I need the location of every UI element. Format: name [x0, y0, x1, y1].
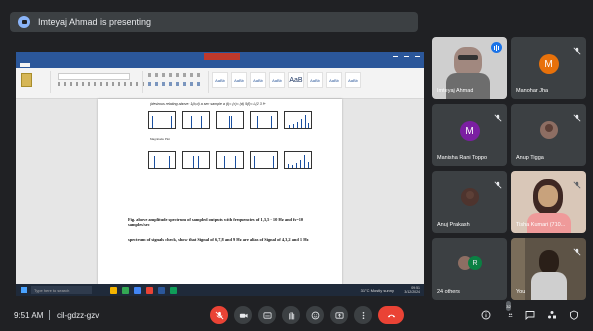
- word-ribbon: AaBb AaBb AaBb AaBb AaB AaBb AaBb AaBb: [16, 68, 424, 99]
- captions-icon: [262, 311, 272, 319]
- more-options-button[interactable]: [354, 306, 372, 324]
- host-controls-icon: [570, 310, 578, 320]
- taskbar-apps: [110, 286, 177, 294]
- windows-start-icon: [21, 287, 27, 293]
- meeting-controls-bar: 9:51 AM cil-gdzz-gzv 32: [0, 299, 593, 331]
- presenting-icon: [18, 16, 30, 28]
- word-alert-tab: [204, 53, 240, 60]
- side-panel-controls: 32: [481, 301, 579, 320]
- shared-screen: AaBb AaBb AaBb AaBb AaB AaBb AaBb AaBb (desiro…: [16, 52, 424, 296]
- page-heading: (desirous relating above: 1(b,d) a sec s…: [150, 102, 266, 106]
- figure-caption: Fig. above amplitude spectrum of sampled…: [128, 217, 304, 227]
- taskbar-weather: 31°C Mostly sunny: [360, 287, 394, 293]
- mic-off-icon: [573, 109, 581, 122]
- camera-toggle-button[interactable]: [234, 306, 252, 324]
- spectrum-plot: [182, 111, 210, 129]
- spectrum-plot: [216, 151, 244, 169]
- present-icon: [334, 311, 344, 319]
- plot-row-1: [148, 111, 312, 129]
- taskbar-clock: 09:51 3/12/2024: [404, 286, 420, 294]
- mic-off-icon: [573, 176, 581, 189]
- window-controls: [393, 52, 420, 57]
- participant-tile[interactable]: Anuj Prakash: [432, 171, 507, 233]
- avatar: R: [468, 256, 482, 270]
- windows-taskbar: Type here to search 31°C Mostly sunny 09…: [16, 284, 424, 296]
- speaking-indicator-icon: [491, 42, 502, 53]
- spectrum-plot: [148, 111, 176, 129]
- mic-off-icon: [494, 176, 502, 189]
- participant-name: Manisha Rani Toppo: [437, 155, 488, 161]
- host-controls-button[interactable]: [569, 310, 579, 320]
- activities-button[interactable]: [547, 310, 557, 320]
- spectrum-plot: [216, 111, 244, 129]
- people-icon: [508, 313, 513, 317]
- spectrum-plot: [148, 151, 176, 169]
- spectrum-plot: [284, 151, 312, 169]
- body-text: spectrum of signals check, show that Sig…: [128, 237, 309, 242]
- others-count: 24 others: [437, 289, 460, 295]
- participant-tile[interactable]: Anup Tigga: [511, 104, 586, 166]
- presenting-text: Imteyaj Ahmad is presenting: [38, 17, 152, 27]
- avatar: [460, 188, 479, 206]
- taskbar-search: Type here to search: [31, 286, 92, 294]
- mic-toggle-button[interactable]: [210, 306, 228, 324]
- chat-icon: [525, 311, 535, 320]
- document-area: (desirous relating above: 1(b,d) a sec s…: [16, 99, 424, 285]
- clipboard-icon: [21, 73, 32, 87]
- participant-name: Tisha Kumari (710...: [516, 222, 566, 228]
- more-options-icon: [362, 311, 364, 319]
- participant-name: Anup Tigga: [516, 155, 544, 161]
- plot-sub-label: Magnitude Plot: [150, 137, 171, 141]
- spectrum-plot: [250, 151, 278, 169]
- participant-name: Imteyaj Ahmad: [437, 88, 474, 94]
- spectrum-plot: [250, 111, 278, 129]
- participant-tile[interactable]: Imteyaj Ahmad: [432, 37, 507, 99]
- avatar: [539, 121, 558, 139]
- call-controls: [210, 306, 404, 324]
- participant-name: Anuj Prakash: [437, 222, 470, 228]
- document-page: (desirous relating above: 1(b,d) a sec s…: [98, 99, 342, 285]
- activities-icon: [548, 311, 556, 319]
- avatar: M: [538, 54, 559, 74]
- mic-off-icon: [573, 42, 581, 55]
- info-icon: [481, 310, 491, 320]
- presenting-banner: Imteyaj Ahmad is presenting: [10, 12, 418, 32]
- participant-name: Manohar Jha: [516, 88, 549, 94]
- styles-gallery: AaBb AaBb AaBb AaBb AaB AaBb AaBb AaBb: [212, 72, 361, 88]
- plot-row-2: [148, 151, 312, 169]
- mic-off-icon: [573, 243, 581, 256]
- end-call-button[interactable]: [378, 306, 404, 324]
- present-button[interactable]: [330, 306, 348, 324]
- emoji-icon: [311, 311, 319, 319]
- self-label: You: [516, 289, 526, 295]
- raise-hand-icon: [288, 311, 294, 320]
- raise-hand-button[interactable]: [282, 306, 300, 324]
- avatar: M: [459, 121, 480, 141]
- spectrum-plot: [284, 111, 312, 129]
- chat-button[interactable]: [525, 310, 535, 320]
- captions-button[interactable]: [258, 306, 276, 324]
- people-count-badge: 32: [506, 301, 511, 311]
- font-selector: [58, 73, 130, 80]
- emoji-button[interactable]: [306, 306, 324, 324]
- end-call-icon: [387, 314, 395, 317]
- word-title-bar: [16, 52, 424, 61]
- meeting-code: cil-gdzz-gzv: [57, 310, 100, 320]
- people-button[interactable]: 32: [503, 301, 513, 320]
- participant-tile[interactable]: Tisha Kumari (710...: [511, 171, 586, 233]
- participant-tile[interactable]: M Manisha Rani Toppo: [432, 104, 507, 166]
- others-tile[interactable]: R 24 others: [432, 238, 507, 300]
- spectrum-plot: [182, 151, 210, 169]
- meeting-time: 9:51 AM: [14, 310, 44, 320]
- info-button[interactable]: [481, 310, 491, 320]
- self-tile[interactable]: You: [511, 238, 586, 300]
- mic-off-icon: [494, 109, 502, 122]
- participant-tile[interactable]: M Manohar Jha: [511, 37, 586, 99]
- word-ribbon-tabs: [16, 61, 424, 68]
- mic-off-icon: [215, 311, 223, 319]
- camera-icon: [239, 313, 248, 318]
